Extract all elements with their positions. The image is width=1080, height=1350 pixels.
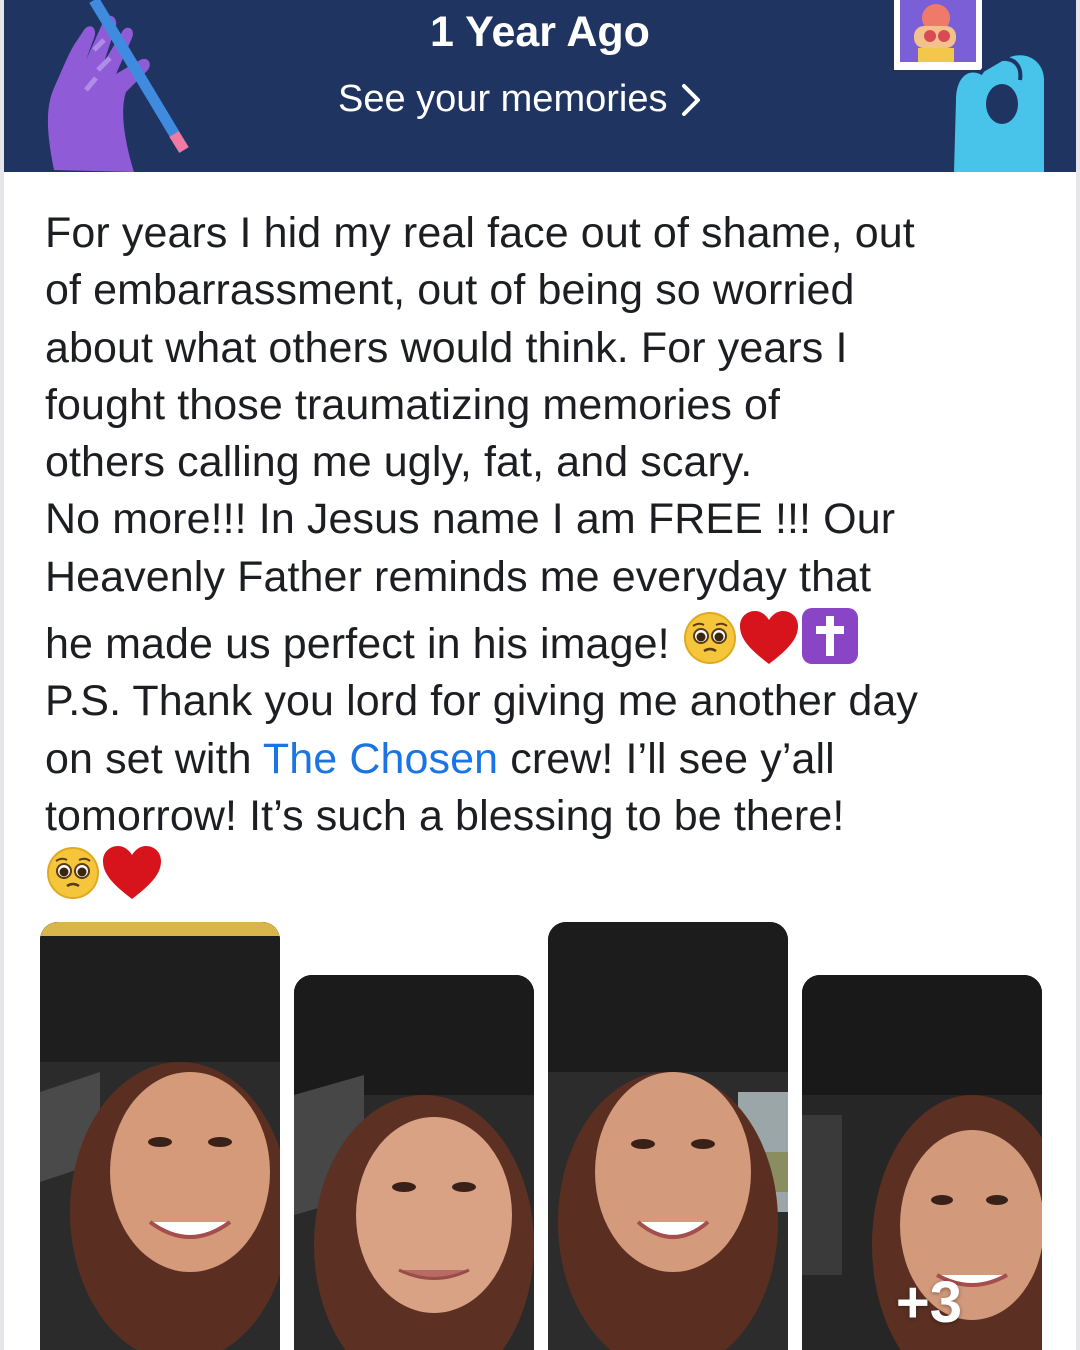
see-memories-link[interactable]: See your memories [338,78,701,121]
selfie-image [294,975,534,1350]
selfie-photo-4[interactable]: +3 [802,975,1042,1350]
hand-holding-photo-illustration [894,0,1044,172]
page-tag-link[interactable]: The Chosen [263,735,498,783]
selfie-photo-2[interactable] [294,975,534,1350]
red-heart-emoji [103,846,161,900]
post-text-part-1: For years I hid my real face out of sham… [45,209,915,669]
selfie-photo-3[interactable] [548,922,788,1350]
latin-cross-emoji [801,608,858,665]
right-frame-edge [1076,0,1080,1350]
selfie-photo-1[interactable] [40,922,280,1350]
pleading-face-emoji [47,847,99,900]
see-memories-label: See your memories [338,78,668,120]
left-frame-edge [0,0,4,1350]
red-heart-emoji [739,611,798,665]
more-photos-count: +3 [895,1270,962,1335]
selfie-image [548,922,788,1350]
selfie-image [40,922,280,1350]
chevron-right-icon [682,83,701,116]
post-body-text: For years I hid my real face out of sham… [45,205,1045,909]
pleading-face-emoji [683,612,736,665]
memories-banner[interactable]: 1 Year Ago See your memories [4,0,1076,172]
